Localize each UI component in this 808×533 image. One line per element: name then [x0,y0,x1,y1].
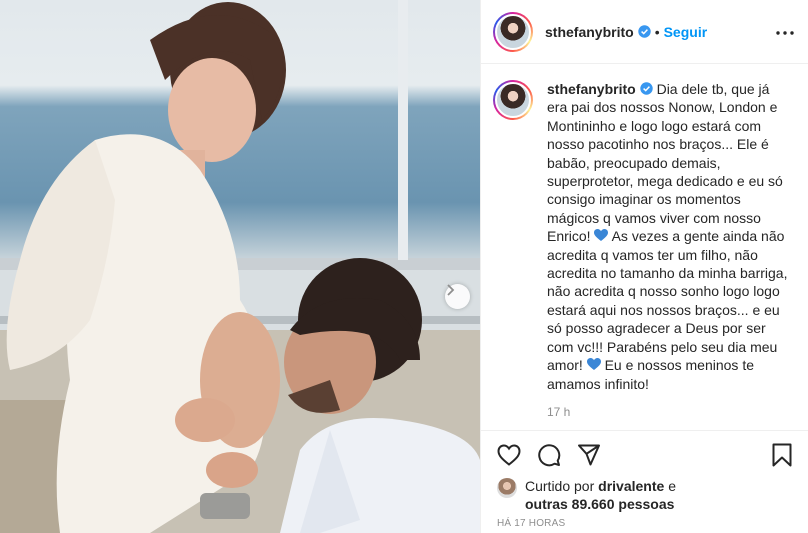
comment-button[interactable] [535,441,563,469]
likes-count-link[interactable]: outras 89.660 pessoas [525,496,674,512]
more-horizontal-icon [776,31,794,35]
author-avatar[interactable] [493,11,533,52]
action-bar [481,431,808,479]
follow-button[interactable]: Seguir [664,24,708,40]
post-date[interactable]: HÁ 17 HORAS [497,518,565,529]
next-photo-button[interactable] [445,284,470,309]
heart-outline-icon [497,444,521,466]
caption-text-1: Dia dele tb, que já era pai dos nossos N… [547,81,783,245]
caption-block: sthefanybrito Dia dele tb, que já era pa… [493,80,798,419]
blue-heart-emoji [594,228,609,242]
comment-icon [538,444,561,467]
liker-username[interactable]: drivalente [598,478,664,494]
couple-photo [0,0,480,533]
post-actions-section: Curtido por drivalente e outras 89.660 p… [481,430,808,513]
separator-dot: • [654,23,660,40]
paper-plane-icon [578,444,600,466]
chevron-right-icon [447,284,455,296]
post-caption: sthefanybrito Dia dele tb, que já era pa… [547,80,791,393]
likes-summary: Curtido por drivalente e outras 89.660 p… [481,477,808,513]
caption-username[interactable]: sthefanybrito [547,81,636,97]
more-options-button[interactable] [776,22,794,40]
post-photo[interactable] [0,0,480,533]
verified-badge-icon [637,25,651,38]
likes-prefix: Curtido por [525,478,595,494]
caption-text-2: As vezes a gente ainda não acredita q va… [547,228,788,374]
likes-text: Curtido por drivalente e outras 89.660 p… [525,477,676,513]
likes-conjunction: e [668,478,676,494]
blue-heart-emoji [586,357,601,371]
verified-badge-icon [639,82,653,95]
caption-author-avatar[interactable] [493,80,533,120]
caption-age[interactable]: 17 h [547,405,791,419]
post-header: sthefanybrito • Seguir [481,0,808,64]
share-button[interactable] [575,441,603,469]
liker-avatar[interactable] [497,478,517,498]
post-sidebar: sthefanybrito • Seguir sthefanybrito Dia… [480,0,808,533]
like-button[interactable] [495,441,523,469]
instagram-post: sthefanybrito • Seguir sthefanybrito Dia… [0,0,808,533]
bookmark-icon [772,443,792,467]
author-username[interactable]: sthefanybrito [545,24,634,40]
save-button[interactable] [768,441,796,469]
